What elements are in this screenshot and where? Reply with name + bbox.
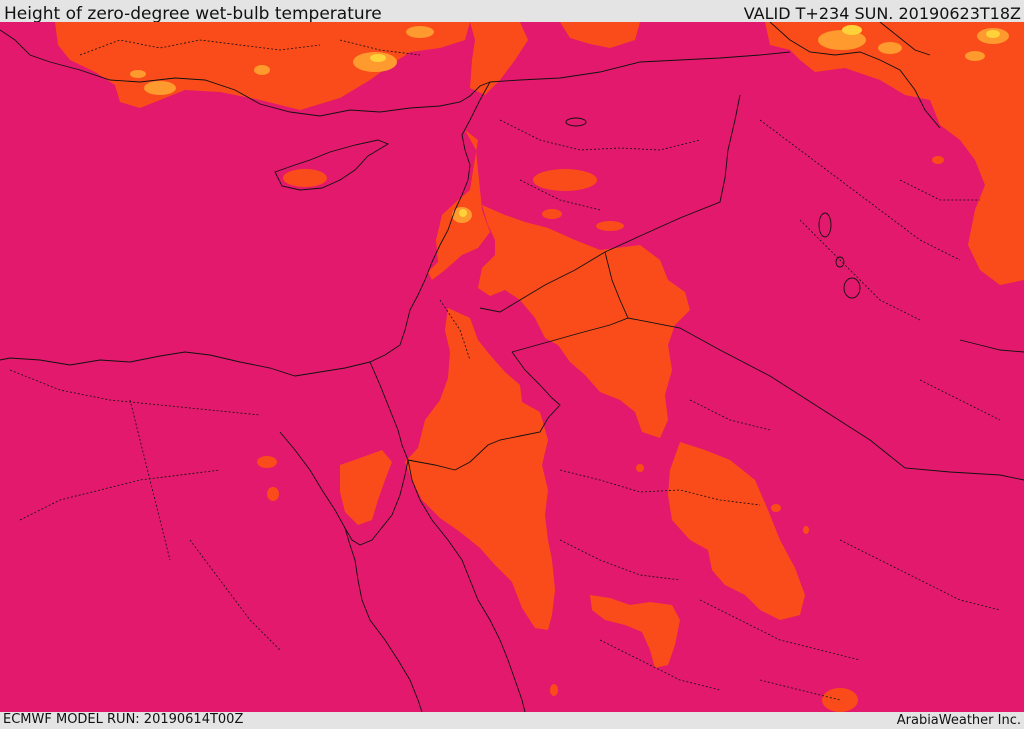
warmest-spot-3: [986, 30, 1000, 38]
region-syria-spot-1: [533, 169, 597, 191]
valid-time-label: VALID T+234 SUN. 20190623T18Z: [743, 4, 1021, 23]
warmer-spot-5: [406, 26, 434, 38]
region-syria-spot-2: [542, 209, 562, 219]
region-south-blob-3: [550, 684, 558, 696]
map-figure: Height of zero-degree wet-bulb temperatu…: [0, 0, 1024, 729]
warmer-spot-3: [254, 65, 270, 75]
warmest-spot-1: [370, 54, 386, 62]
warmer-spot-8: [878, 42, 902, 54]
region-syria-spot-3: [596, 221, 624, 231]
warmer-spot-1: [144, 81, 176, 95]
region-east-spot-2: [771, 504, 781, 512]
warmer-spot-10: [965, 51, 985, 61]
region-saudi-spot: [636, 464, 644, 472]
credit-label: ArabiaWeather Inc.: [896, 713, 1021, 728]
region-east-spot-3: [803, 526, 809, 534]
region-egypt-spot-2: [267, 487, 279, 501]
warmer-spot-2: [130, 70, 146, 78]
region-egypt-spot-1: [257, 456, 277, 468]
model-run-label: ECMWF MODEL RUN: 20190614T00Z: [3, 712, 244, 727]
warmest-spot-4: [459, 209, 467, 217]
warmest-spot-2: [842, 25, 862, 35]
region-cyprus: [283, 169, 327, 187]
map-background-field: [0, 22, 1024, 712]
region-east-spot-1: [932, 156, 944, 164]
weather-map: [0, 22, 1024, 712]
region-south-blob-2: [822, 688, 858, 712]
